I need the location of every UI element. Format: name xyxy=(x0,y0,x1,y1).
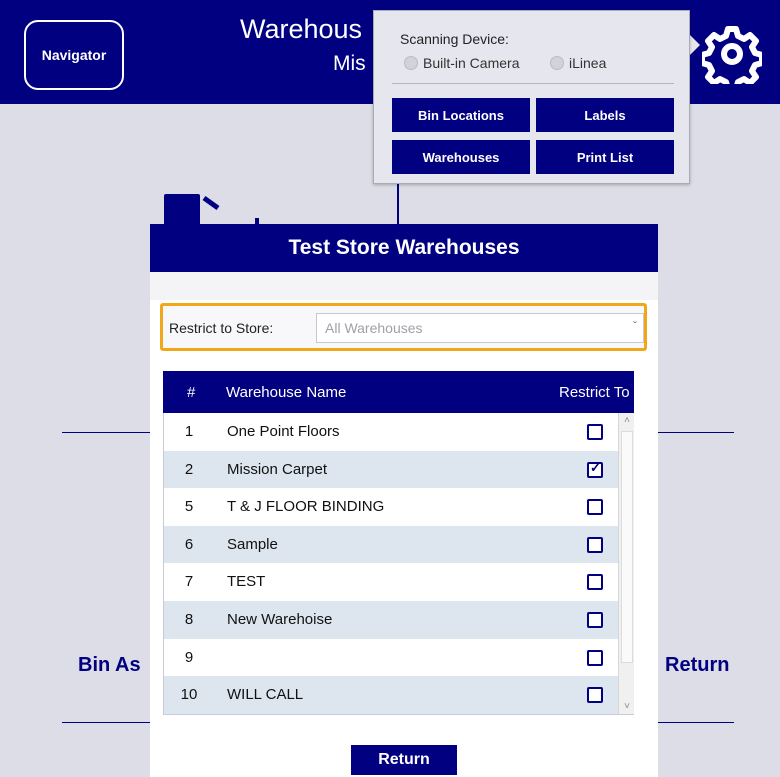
bin-locations-button[interactable]: Bin Locations xyxy=(392,98,530,132)
warehouse-number: 2 xyxy=(184,460,194,478)
table-body: 10 WILL CALL 9 8 New Warehoise 7 TEST 6 Sample 5 T… xyxy=(163,413,634,715)
column-header-restrict-to: Restrict To xyxy=(559,384,630,401)
radio-label: iLinea xyxy=(569,55,607,71)
warehouse-name: Sample xyxy=(227,535,278,553)
radio-label: Built-in Camera xyxy=(423,55,520,71)
checkmark-icon: ✓ xyxy=(590,459,601,475)
scrollbar[interactable]: ˄ ˅ xyxy=(618,413,634,714)
chevron-down-icon[interactable]: ˇ xyxy=(633,312,637,340)
truck-icon xyxy=(164,194,259,228)
radio-built-in-camera[interactable]: Built-in Camera xyxy=(404,55,519,71)
warehouse-number: 5 xyxy=(184,498,194,516)
scroll-down-icon[interactable]: ˅ xyxy=(619,699,634,714)
settings-popover: Scanning Device: Built-in Camera iLinea … xyxy=(373,10,690,184)
labels-button[interactable]: Labels xyxy=(536,98,674,132)
print-list-button[interactable]: Print List xyxy=(536,140,674,174)
divider xyxy=(658,722,734,723)
navigator-button[interactable]: Navigator xyxy=(24,20,124,90)
table-row[interactable]: 7 TEST xyxy=(164,563,618,601)
restrict-to-store-label: Restrict to Store: xyxy=(169,320,274,336)
return-label[interactable]: Return xyxy=(665,654,729,677)
warehouses-modal: Test Store Warehouses Restrict to Store:… xyxy=(150,224,658,777)
table-row[interactable]: 9 xyxy=(164,639,618,677)
popover-arrow xyxy=(689,34,700,56)
restrict-checkbox[interactable] xyxy=(587,687,603,704)
radio-circle[interactable] xyxy=(404,56,418,70)
restrict-checkbox[interactable] xyxy=(587,424,603,440)
warehouse-number: 1 xyxy=(184,423,194,440)
table-row[interactable]: 6 Sample xyxy=(164,525,618,564)
scanning-device-label: Scanning Device: xyxy=(400,31,509,47)
restrict-checkbox[interactable] xyxy=(587,536,603,553)
restrict-checkbox[interactable] xyxy=(587,499,603,516)
warehouse-name: WILL CALL xyxy=(227,686,304,704)
warehouse-number: 10 xyxy=(180,686,198,704)
modal-strip xyxy=(150,272,658,300)
warehouse-name: Mission Carpet xyxy=(227,460,328,478)
warehouse-name: New Warehoise xyxy=(227,611,333,628)
warehouse-number: 6 xyxy=(184,535,194,553)
restrict-to-store-group: Restrict to Store: All Warehouses ˇ xyxy=(160,303,647,351)
page-subtitle: Mis xyxy=(333,52,366,75)
restrict-checkbox[interactable] xyxy=(587,612,603,628)
gear-icon[interactable] xyxy=(702,24,762,84)
restrict-checkbox[interactable]: ✓ xyxy=(587,459,603,478)
table-row[interactable]: 1 One Point Floors xyxy=(164,413,618,451)
select-value: All Warehouses xyxy=(325,320,423,336)
warehouse-name: T & J FLOOR BINDING xyxy=(227,498,385,516)
warehouse-number: 8 xyxy=(184,611,194,628)
radio-ilinea[interactable]: iLinea xyxy=(550,55,606,71)
radio-circle[interactable] xyxy=(550,56,564,70)
table-row[interactable]: 8 New Warehoise xyxy=(164,601,618,639)
popover-connector xyxy=(397,183,399,229)
scroll-up-icon[interactable]: ˄ xyxy=(619,413,634,429)
bin-assign-label[interactable]: Bin As xyxy=(78,654,141,677)
warehouse-number: 7 xyxy=(184,573,194,591)
divider xyxy=(62,432,152,433)
column-header-warehouse-name: Warehouse Name xyxy=(226,384,347,401)
table-row[interactable]: 2 Mission Carpet ✓ xyxy=(164,450,618,489)
restrict-checkbox[interactable] xyxy=(587,574,603,591)
restrict-checkbox[interactable] xyxy=(587,649,603,666)
table-header: # Warehouse Name Restrict To xyxy=(163,371,634,413)
warehouse-name: TEST xyxy=(227,573,266,591)
scroll-thumb[interactable] xyxy=(621,431,633,663)
warehouses-table: # Warehouse Name Restrict To 10 WILL CALL… xyxy=(163,371,634,715)
table-row[interactable]: 5 T & J FLOOR BINDING xyxy=(164,488,618,526)
restrict-to-store-select[interactable]: All Warehouses ˇ xyxy=(316,313,644,343)
page-title: Warehous xyxy=(240,14,363,44)
divider xyxy=(62,722,152,723)
column-header-number: # xyxy=(187,384,196,401)
modal-title: Test Store Warehouses xyxy=(150,224,658,272)
warehouse-name: One Point Floors xyxy=(227,423,340,440)
warehouse-number: 9 xyxy=(184,648,194,666)
table-row[interactable]: 10 WILL CALL xyxy=(164,676,618,714)
warehouses-button[interactable]: Warehouses xyxy=(392,140,530,174)
divider xyxy=(392,83,674,84)
divider xyxy=(658,432,734,433)
return-button[interactable]: Return xyxy=(351,745,457,775)
